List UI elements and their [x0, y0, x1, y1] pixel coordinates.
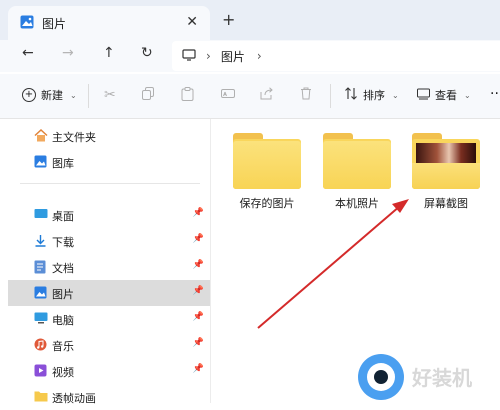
- view-button[interactable]: 查看 ⌄: [417, 87, 471, 103]
- pictures-icon: [34, 286, 47, 302]
- pin-icon[interactable]: 📌: [193, 260, 204, 270]
- tab-pictures[interactable]: 图片 ✕: [8, 6, 210, 40]
- command-bar: + 新建 ⌄ ✂ 排序 ⌄ 查看 ⌄ ··: [0, 74, 500, 119]
- sidebar-item-label: 图片: [52, 288, 74, 301]
- home-icon: [34, 128, 48, 145]
- copy-icon[interactable]: [142, 87, 155, 104]
- sort-icon: [344, 87, 358, 103]
- sidebar-item-folder[interactable]: 透帧动画: [8, 384, 210, 410]
- video-icon: [34, 364, 47, 380]
- eye-logo-icon: [358, 353, 404, 400]
- sidebar-item-desktop[interactable]: 桌面 📌: [8, 202, 210, 228]
- forward-button[interactable]: →: [62, 45, 74, 61]
- sidebar-item-downloads[interactable]: 下载 📌: [8, 228, 210, 254]
- folder-label: 本机照片: [335, 197, 379, 210]
- folder-item[interactable]: 本机照片: [312, 133, 402, 211]
- sidebar-item-label: 图库: [52, 157, 74, 170]
- paste-icon[interactable]: [181, 87, 194, 105]
- pin-icon[interactable]: 📌: [193, 338, 204, 348]
- chevron-down-icon: ⌄: [392, 90, 399, 100]
- chevron-down-icon: ⌄: [70, 90, 77, 100]
- download-icon: [34, 234, 47, 250]
- gallery-icon: [34, 155, 47, 171]
- sidebar-item-gallery[interactable]: 图库: [8, 149, 210, 175]
- breadcrumb-separator-trailing[interactable]: ›: [257, 49, 262, 63]
- sidebar-item-videos[interactable]: 视频 📌: [8, 358, 210, 384]
- folder-label: 保存的图片: [239, 197, 295, 210]
- sidebar-item-label: 文档: [52, 262, 74, 275]
- new-label: 新建: [41, 89, 63, 102]
- watermark-text: 好装机: [412, 366, 472, 390]
- computer-icon: [182, 48, 196, 64]
- sidebar-divider: [20, 183, 200, 184]
- pin-icon[interactable]: 📌: [193, 234, 204, 244]
- tab-title: 图片: [42, 16, 67, 31]
- folder-item[interactable]: 屏幕截图: [401, 133, 491, 211]
- sidebar-item-home[interactable]: 主文件夹: [8, 123, 210, 149]
- new-button[interactable]: + 新建 ⌄: [22, 87, 77, 103]
- sidebar-item-label: 音乐: [52, 340, 74, 353]
- sort-label: 排序: [363, 89, 385, 102]
- sidebar-item-pictures[interactable]: 图片 📌: [8, 280, 210, 306]
- refresh-button[interactable]: ↻: [141, 45, 153, 61]
- computer-icon: [34, 312, 48, 327]
- tab-strip: 图片 ✕ +: [0, 0, 500, 40]
- music-icon: [34, 338, 47, 354]
- pin-icon[interactable]: 📌: [193, 208, 204, 218]
- close-icon[interactable]: ✕: [186, 14, 198, 30]
- sidebar-item-documents[interactable]: 文档 📌: [8, 254, 210, 280]
- sidebar-item-music[interactable]: 音乐 📌: [8, 332, 210, 358]
- folder-with-preview-icon: [412, 133, 480, 189]
- breadcrumb-pictures[interactable]: 图片: [221, 48, 245, 65]
- share-icon[interactable]: [260, 87, 274, 104]
- sidebar-item-label: 视频: [52, 366, 74, 379]
- up-button[interactable]: ↑: [103, 45, 115, 61]
- toolbar-divider: [88, 84, 89, 108]
- folder-icon: [323, 133, 391, 189]
- folder-icon: [233, 133, 301, 189]
- sidebar-item-computer[interactable]: 电脑 📌: [8, 306, 210, 332]
- address-bar[interactable]: › 图片 ›: [172, 41, 500, 71]
- pin-icon[interactable]: 📌: [193, 364, 204, 374]
- desktop-icon: [34, 208, 48, 223]
- breadcrumb-separator[interactable]: ›: [206, 49, 211, 63]
- pin-icon[interactable]: 📌: [193, 286, 204, 296]
- back-button[interactable]: ←: [22, 45, 34, 61]
- address-row: ← → ↑ ↻ › 图片 ›: [0, 40, 500, 72]
- sidebar-item-label: 电脑: [52, 314, 74, 327]
- sort-button[interactable]: 排序 ⌄: [344, 87, 399, 103]
- folder-label: 屏幕截图: [424, 197, 468, 210]
- sidebar-item-label: 主文件夹: [52, 131, 96, 144]
- sidebar-item-label: 下载: [52, 236, 74, 249]
- rename-icon[interactable]: [221, 87, 235, 104]
- document-icon: [34, 260, 46, 277]
- sidebar-item-label: 透帧动画: [52, 392, 96, 405]
- sidebar-item-label: 桌面: [52, 210, 74, 223]
- navigation-pane: 主文件夹 图库 桌面 📌 下载 📌 文档 📌 图片 📌 电脑 📌 音乐 📌 视频…: [0, 119, 211, 405]
- add-tab-button[interactable]: +: [222, 10, 235, 29]
- cut-icon[interactable]: ✂: [104, 87, 116, 103]
- folder-item[interactable]: 保存的图片: [222, 133, 312, 211]
- pictures-icon: [20, 15, 34, 32]
- more-options-button[interactable]: ··: [490, 86, 499, 102]
- chevron-down-icon: ⌄: [464, 90, 471, 100]
- delete-icon[interactable]: [300, 87, 312, 104]
- pin-icon[interactable]: 📌: [193, 312, 204, 322]
- watermark-logo: 好装机: [358, 350, 500, 403]
- view-icon: [417, 88, 430, 103]
- view-label: 查看: [435, 89, 457, 102]
- plus-icon: +: [22, 88, 36, 102]
- toolbar-divider-2: [330, 84, 331, 108]
